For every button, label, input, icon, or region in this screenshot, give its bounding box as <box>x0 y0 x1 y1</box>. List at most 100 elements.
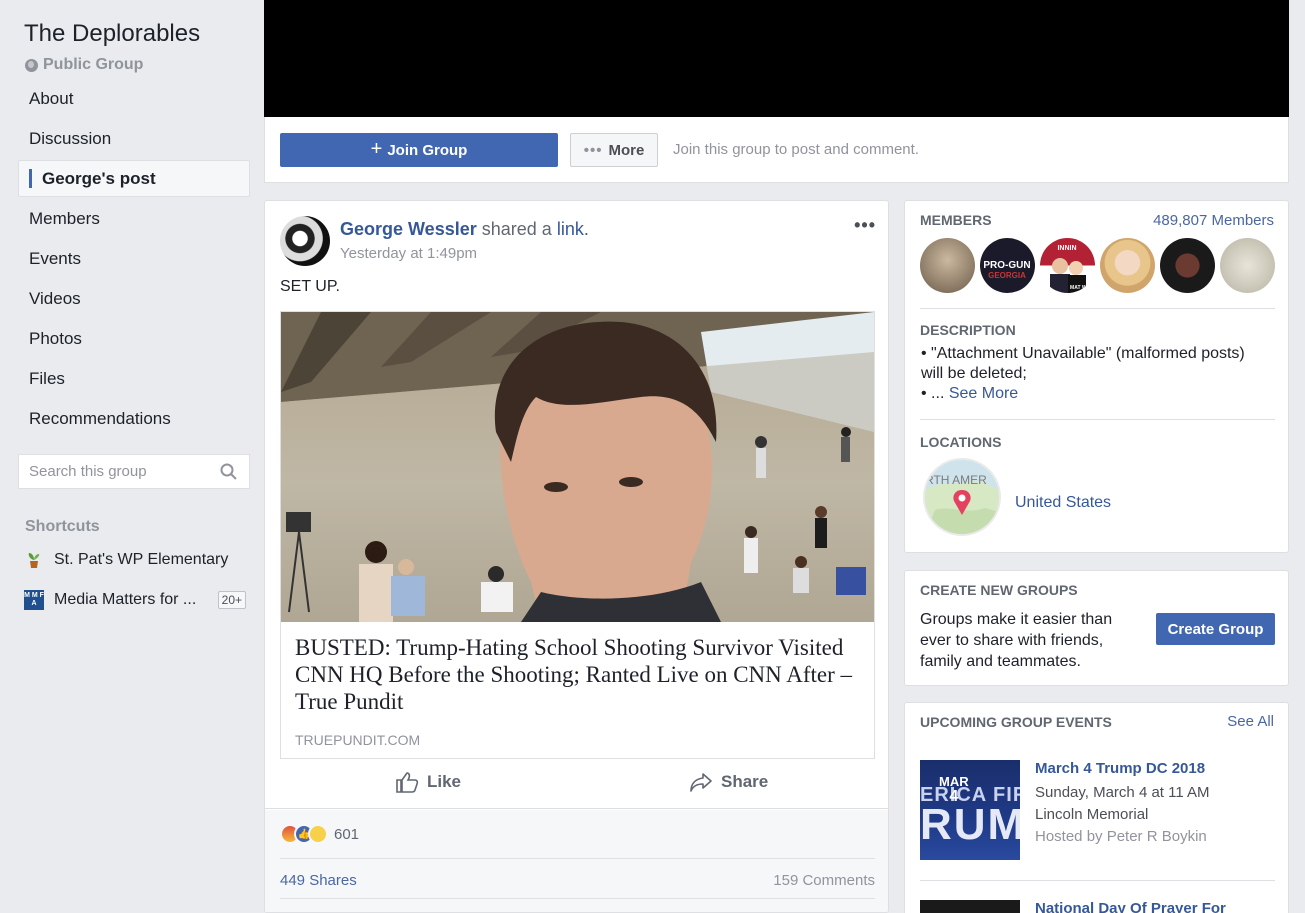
nav-item-videos[interactable]: Videos <box>18 280 250 317</box>
locations-heading: LOCATIONS <box>920 434 1002 450</box>
nav-item-events[interactable]: Events <box>18 240 250 277</box>
nav-item-georges-post[interactable]: George's post <box>18 160 250 197</box>
mmfa-icon: M M F A <box>24 590 44 610</box>
nav-item-discussion[interactable]: Discussion <box>18 120 250 157</box>
map-label: RTH AMER <box>925 473 987 487</box>
shortcut-media-matters[interactable]: M M F A Media Matters for ... 20+ <box>24 590 246 610</box>
reaction-summary[interactable]: 👍 601 <box>280 824 359 844</box>
shares-count[interactable]: 449 Shares <box>280 872 357 889</box>
see-more-link[interactable]: See More <box>949 385 1018 402</box>
create-groups-card: CREATE NEW GROUPS Groups make it easier … <box>904 570 1289 686</box>
event-banner-text: RUM <box>920 800 1020 849</box>
left-sidebar: The Deplorables Public Group About Discu… <box>0 0 264 913</box>
avatar-text: PRO-GUN <box>983 260 1030 271</box>
member-avatar[interactable]: INNIN MAT WE <box>1040 238 1095 293</box>
group-title[interactable]: The Deplorables <box>24 20 200 48</box>
members-heading: MEMBERS <box>920 212 992 228</box>
group-search-input[interactable] <box>29 463 214 480</box>
post-options-icon[interactable]: ••• <box>854 215 876 236</box>
link-preview-domain: TRUEPUNDIT.COM <box>295 732 421 748</box>
notification-badge: 20+ <box>217 591 246 609</box>
shortcuts-heading: Shortcuts <box>25 518 100 535</box>
events-heading: UPCOMING GROUP EVENTS <box>920 714 1112 730</box>
search-icon[interactable] <box>220 463 237 480</box>
post-feedback: 👍 601 449 Shares 159 Comments <box>265 810 888 912</box>
group-privacy: Public Group <box>25 56 143 74</box>
see-all-link[interactable]: See All <box>1227 713 1274 730</box>
more-button[interactable]: ••• More <box>570 133 658 167</box>
upcoming-events-card: UPCOMING GROUP EVENTS See All ERICA FIR … <box>904 702 1289 913</box>
more-label: More <box>608 141 645 159</box>
event-image[interactable] <box>920 900 1020 913</box>
avatar-text: MAT WE <box>1070 285 1091 291</box>
author-avatar[interactable] <box>280 216 330 266</box>
plant-icon <box>24 550 44 570</box>
link-preview-title[interactable]: BUSTED: Trump-Hating School Shooting Sur… <box>295 634 855 715</box>
nav-item-photos[interactable]: Photos <box>18 320 250 357</box>
member-avatar[interactable] <box>1220 238 1275 293</box>
link-preview[interactable]: BUSTED: Trump-Hating School Shooting Sur… <box>280 311 875 759</box>
post-text: SET UP. <box>280 278 340 295</box>
post-action-text: shared a <box>481 219 552 239</box>
location-map[interactable]: RTH AMER <box>923 458 1001 536</box>
event-host: Hosted by Peter R Boykin <box>1035 828 1207 845</box>
nav-item-recommendations[interactable]: Recommendations <box>18 400 250 437</box>
member-avatar[interactable]: PRO-GUN GEORGIA <box>980 238 1035 293</box>
link-preview-image[interactable] <box>281 312 874 622</box>
cover-photo[interactable] <box>264 0 1289 117</box>
author-name[interactable]: George Wessler <box>340 219 477 239</box>
post-action-link[interactable]: link. <box>557 219 589 239</box>
reaction-count: 601 <box>334 825 360 843</box>
post-timestamp[interactable]: Yesterday at 1:49pm <box>340 245 477 262</box>
post-header: George Wessler shared a link. <box>340 219 589 240</box>
like-button[interactable]: Like <box>395 771 461 793</box>
nav-item-about[interactable]: About <box>18 80 250 117</box>
shortcut-st-pats[interactable]: St. Pat's WP Elementary <box>24 550 246 570</box>
post-action-row: Like Share <box>265 759 888 809</box>
page-scrollbar[interactable] <box>1289 0 1305 913</box>
group-action-bar: + Join Group ••• More Join this group to… <box>264 117 1289 183</box>
nav-item-members[interactable]: Members <box>18 200 250 237</box>
description-line: • ... See More <box>921 384 1271 404</box>
plus-icon: + <box>370 137 383 160</box>
divider <box>280 898 875 899</box>
join-group-button[interactable]: + Join Group <box>280 133 558 167</box>
event-where: Lincoln Memorial <box>1035 806 1149 823</box>
join-group-label: Join Group <box>387 141 468 159</box>
member-avatars: PRO-GUN GEORGIA INNIN MAT WE <box>920 238 1275 293</box>
description-heading: DESCRIPTION <box>920 322 1016 338</box>
event-month: MAR <box>939 774 969 789</box>
group-description: • "Attachment Unavailable" (malformed po… <box>921 344 1271 404</box>
thumbs-up-icon <box>396 772 419 793</box>
shortcut-label: St. Pat's WP Elementary <box>54 551 229 568</box>
event-day: 4 <box>949 788 959 805</box>
members-count-link[interactable]: 489,807 Members <box>1153 212 1274 229</box>
event-image[interactable]: ERICA FIR RUM MAR 4 <box>920 760 1020 860</box>
event-title[interactable]: March 4 Trump DC 2018 <box>1035 760 1205 777</box>
create-groups-heading: CREATE NEW GROUPS <box>920 582 1078 598</box>
divider <box>920 308 1275 309</box>
event-item[interactable]: ERICA FIR RUM MAR 4 March 4 Trump DC 201… <box>920 760 1275 860</box>
description-ellipsis: • ... <box>921 385 949 402</box>
avatar-text: GEORGIA <box>988 271 1026 280</box>
comments-count[interactable]: 159 Comments <box>773 872 875 889</box>
share-button[interactable]: Share <box>689 771 768 793</box>
event-date: MAR 4 <box>939 774 969 805</box>
create-group-button[interactable]: Create Group <box>1156 613 1275 645</box>
location-link[interactable]: United States <box>1015 494 1111 512</box>
member-avatar[interactable] <box>1160 238 1215 293</box>
member-avatar[interactable] <box>1100 238 1155 293</box>
nav-item-files[interactable]: Files <box>18 360 250 397</box>
description-line: • "Attachment Unavailable" (malformed po… <box>921 345 1245 382</box>
globe-icon <box>25 58 38 72</box>
feed-post: George Wessler shared a link. Yesterday … <box>264 200 889 913</box>
share-label: Share <box>721 772 769 791</box>
wow-reaction-icon <box>308 824 328 844</box>
event-when: Sunday, March 4 at 11 AM <box>1035 784 1210 801</box>
group-privacy-label: Public Group <box>43 56 144 73</box>
event-item[interactable]: National Day Of Prayer For <box>920 900 1275 913</box>
ellipsis-icon: ••• <box>583 141 603 159</box>
event-title[interactable]: National Day Of Prayer For <box>1035 900 1226 913</box>
group-nav: About Discussion George's post Members E… <box>18 80 250 440</box>
member-avatar[interactable] <box>920 238 975 293</box>
